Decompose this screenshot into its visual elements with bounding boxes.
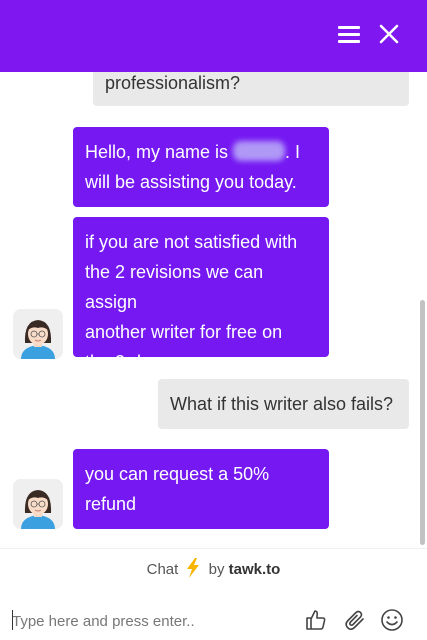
message-text: if you are not satisfied with: [85, 232, 298, 252]
message-text: will be assisting you today.: [85, 172, 297, 192]
lightning-bolt-icon: [184, 558, 202, 578]
close-icon[interactable]: [377, 22, 401, 46]
smiley-icon[interactable]: [380, 608, 404, 632]
message-text: you can request a 50%: [85, 464, 270, 484]
message-text: the 2 revisions we can assign: [85, 262, 264, 312]
chat-header: [0, 0, 427, 72]
message-text: What if this writer also fails?: [170, 394, 394, 414]
powered-by-branding[interactable]: Chat by tawk.to: [0, 558, 427, 582]
scrollbar-thumb[interactable]: [420, 300, 425, 545]
message-text: Hello, my name is: [85, 142, 234, 162]
agent-avatar: [13, 479, 63, 529]
paperclip-icon[interactable]: [343, 608, 367, 632]
message-text: . I: [285, 142, 301, 162]
branding-brand: tawk.to: [228, 561, 281, 578]
footer-divider: [0, 548, 427, 549]
message-text: professionalism?: [105, 73, 241, 93]
text-cursor: [12, 610, 13, 630]
message-input[interactable]: [12, 608, 292, 634]
message-composer: [0, 600, 427, 640]
message-text: another writer for free on: [85, 322, 283, 342]
agent-message: you can request a 50% refund: [73, 449, 329, 529]
agent-avatar: [13, 309, 63, 359]
hamburger-icon[interactable]: [337, 23, 361, 45]
agent-message: if you are not satisfied with the 2 revi…: [73, 217, 329, 372]
redacted-name: [233, 141, 286, 161]
visitor-message: professionalism?: [93, 72, 409, 106]
message-list[interactable]: professionalism? Hello, my name is . I w…: [0, 72, 427, 548]
message-text: refund: [85, 494, 137, 514]
thumbs-up-icon[interactable]: [304, 608, 328, 632]
branding-by: by: [208, 561, 225, 578]
branding-prefix: Chat: [146, 561, 179, 578]
visitor-message: What if this writer also fails?: [158, 379, 409, 429]
agent-message: Hello, my name is . I will be assisting …: [73, 127, 329, 207]
message-text: the 3rd one: [85, 352, 177, 372]
